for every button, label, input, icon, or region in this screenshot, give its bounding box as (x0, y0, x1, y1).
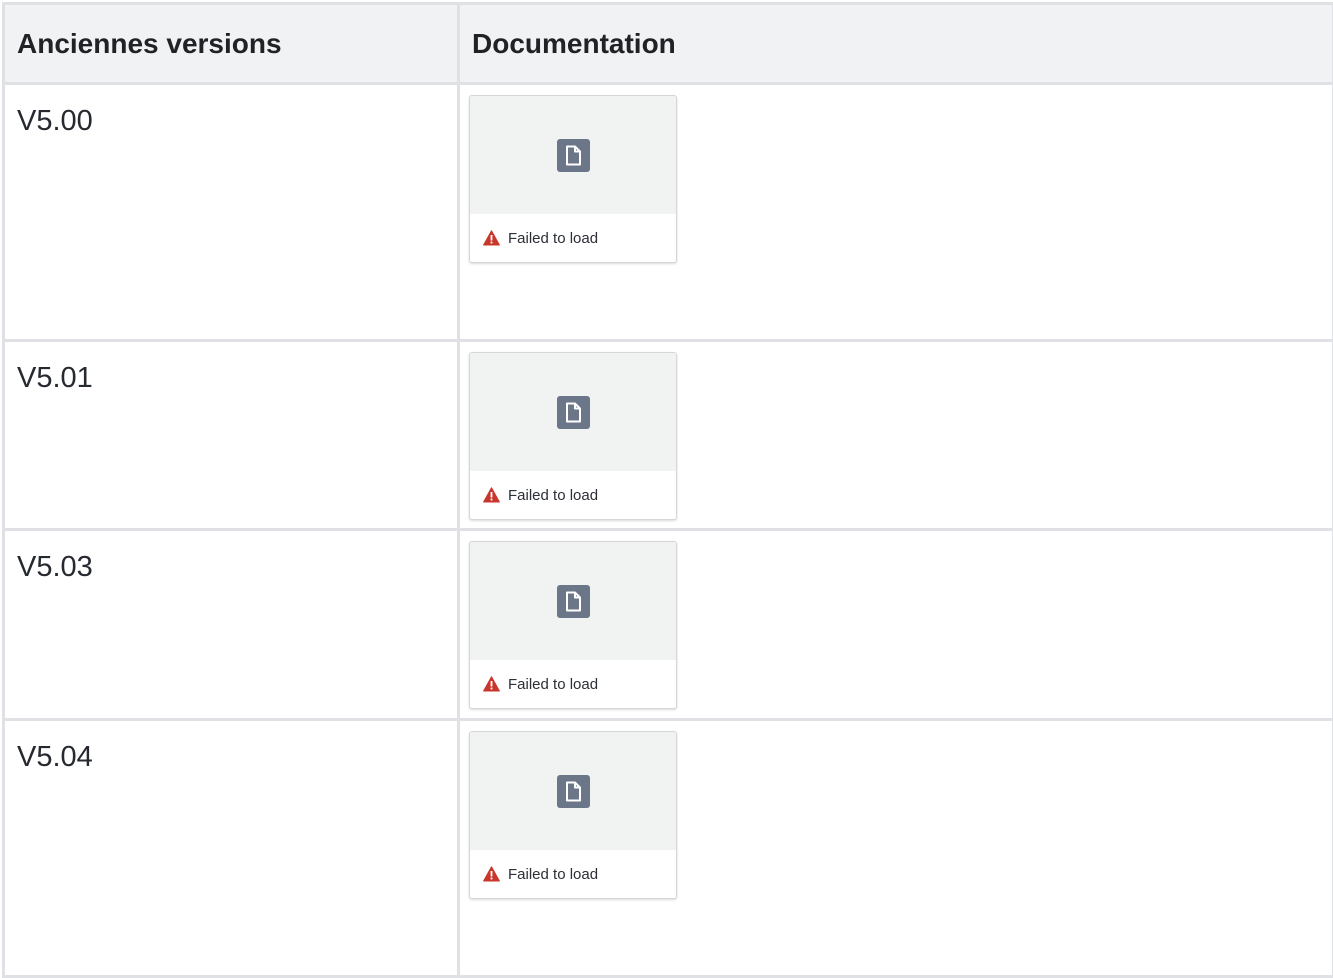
attachment-footer: Failed to load (470, 660, 676, 708)
header-anciennes-versions: Anciennes versions (4, 4, 459, 84)
table-header-row: Anciennes versions Documentation (4, 4, 1333, 84)
table-row: V5.04 Failed to load (4, 720, 1333, 977)
file-icon (557, 585, 590, 618)
warning-icon (483, 230, 500, 246)
attachment-footer: Failed to load (470, 850, 676, 898)
warning-icon (483, 866, 500, 882)
attachment-preview[interactable] (470, 353, 676, 471)
attachment-status-text: Failed to load (508, 487, 598, 504)
attachment-footer: Failed to load (470, 471, 676, 519)
version-cell: V5.01 (4, 341, 459, 530)
documentation-cell: Failed to load (459, 341, 1333, 530)
versions-table-grid: Anciennes versions Documentation V5.00 (2, 2, 1333, 978)
documentation-cell: Failed to load (459, 530, 1333, 720)
header-documentation: Documentation (459, 4, 1333, 84)
table-row: V5.00 Failed to load (4, 84, 1333, 341)
version-cell: V5.00 (4, 84, 459, 341)
file-icon (557, 396, 590, 429)
attachment-status-text: Failed to load (508, 866, 598, 883)
warning-icon (483, 487, 500, 503)
documentation-cell: Failed to load (459, 720, 1333, 977)
warning-icon (483, 676, 500, 692)
attachment-status-text: Failed to load (508, 676, 598, 693)
version-cell: V5.03 (4, 530, 459, 720)
attachment-preview[interactable] (470, 96, 676, 214)
attachment-card[interactable]: Failed to load (469, 731, 677, 899)
file-icon (557, 775, 590, 808)
attachment-status-text: Failed to load (508, 230, 598, 247)
table-row: V5.03 Failed to load (4, 530, 1333, 720)
documentation-cell: Failed to load (459, 84, 1333, 341)
attachment-card[interactable]: Failed to load (469, 352, 677, 520)
versions-table: Anciennes versions Documentation V5.00 (2, 2, 1332, 972)
attachment-preview[interactable] (470, 542, 676, 660)
version-cell: V5.04 (4, 720, 459, 977)
attachment-footer: Failed to load (470, 214, 676, 262)
attachment-card[interactable]: Failed to load (469, 95, 677, 263)
attachment-card[interactable]: Failed to load (469, 541, 677, 709)
file-icon (557, 139, 590, 172)
table-row: V5.01 Failed to load (4, 341, 1333, 530)
attachment-preview[interactable] (470, 732, 676, 850)
